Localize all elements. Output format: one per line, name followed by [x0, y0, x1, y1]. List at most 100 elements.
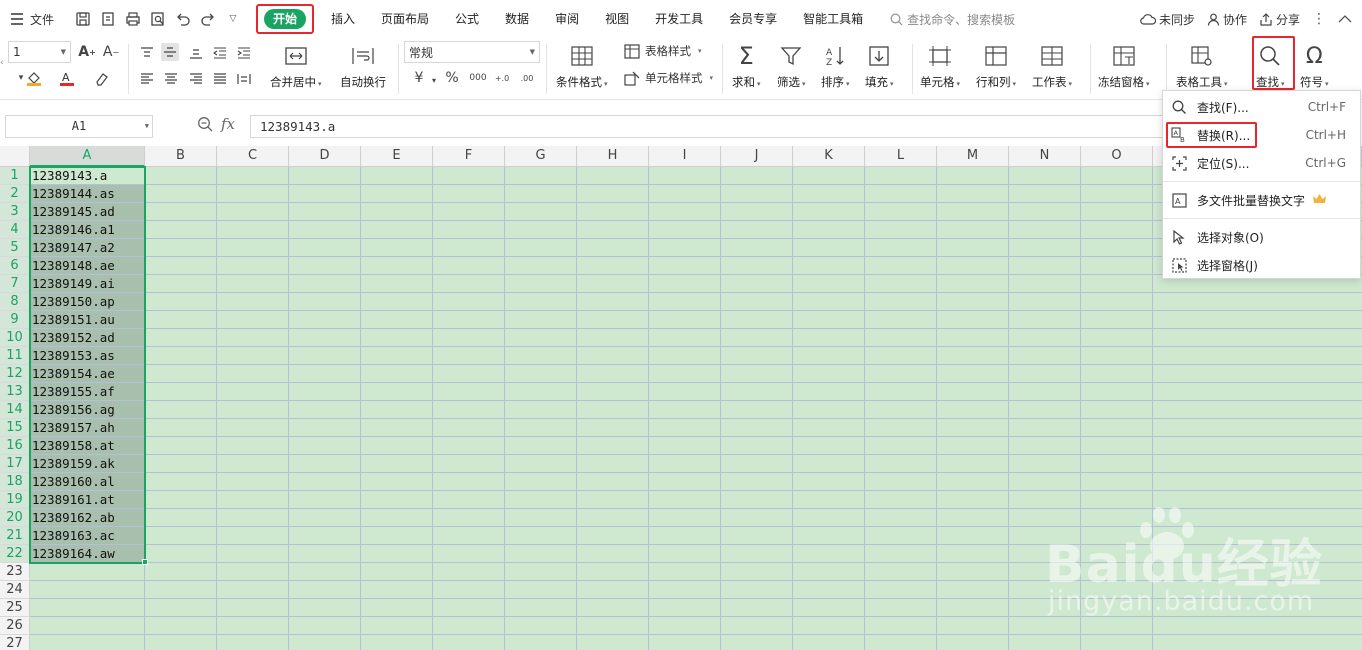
save-icon[interactable]: [74, 10, 92, 28]
column-header-k[interactable]: K: [793, 146, 865, 167]
chevron-down-icon[interactable]: ▾: [425, 71, 443, 89]
increase-decimal-icon[interactable]: +.0: [493, 69, 511, 87]
column-header-l[interactable]: L: [865, 146, 937, 167]
row-header[interactable]: 18: [0, 473, 30, 491]
column-header-n[interactable]: N: [1009, 146, 1081, 167]
row-header[interactable]: 25: [0, 599, 30, 617]
symbol-button[interactable]: Ω 符号 ▾: [1300, 42, 1329, 90]
row-header[interactable]: 26: [0, 617, 30, 635]
row-header[interactable]: 24: [0, 581, 30, 599]
menu-item-locate[interactable]: 定位(S)... Ctrl+G: [1163, 150, 1360, 176]
cell-style-button[interactable]: 单元格样式 ▾: [624, 70, 713, 86]
number-format-combo[interactable]: 常规 ▼: [404, 41, 540, 63]
menu-item-find[interactable]: 查找(F)... Ctrl+F: [1163, 94, 1360, 120]
table-tools-button[interactable]: 表格工具 ▾: [1176, 42, 1228, 90]
command-search[interactable]: 查找命令、搜索模板: [890, 11, 1015, 28]
column-header-d[interactable]: D: [289, 146, 361, 167]
tab-insert[interactable]: 插入: [318, 7, 368, 31]
thousands-separator-icon[interactable]: 000: [469, 69, 487, 87]
column-header-f[interactable]: F: [433, 146, 505, 167]
menu-item-batch-replace[interactable]: A 多文件批量替换文字: [1163, 187, 1360, 213]
row-header[interactable]: 20: [0, 509, 30, 527]
tab-developer[interactable]: 开发工具: [642, 7, 716, 31]
collab-button[interactable]: 协作: [1207, 11, 1247, 28]
column-header-g[interactable]: G: [505, 146, 577, 167]
row-header[interactable]: 7: [0, 275, 30, 293]
column-header-h[interactable]: H: [577, 146, 649, 167]
fill-button[interactable]: 填充 ▾: [865, 42, 894, 90]
decrease-decimal-icon[interactable]: .00: [518, 69, 536, 87]
align-middle-icon[interactable]: [161, 43, 179, 61]
menu-item-selection-pane[interactable]: 选择窗格(J): [1163, 252, 1360, 278]
column-header-a[interactable]: A: [30, 146, 145, 167]
align-right-icon[interactable]: [187, 70, 205, 88]
column-header-c[interactable]: C: [217, 146, 289, 167]
tab-view[interactable]: 视图: [592, 7, 642, 31]
row-header[interactable]: 17: [0, 455, 30, 473]
freeze-panes-button[interactable]: 冻结窗格 ▾: [1098, 42, 1150, 90]
redo-icon[interactable]: [199, 10, 217, 28]
tab-formula[interactable]: 公式: [442, 7, 492, 31]
row-header[interactable]: 21: [0, 527, 30, 545]
decrease-indent-icon[interactable]: [211, 44, 229, 62]
row-header[interactable]: 6: [0, 257, 30, 275]
collapse-ribbon-icon[interactable]: [1338, 12, 1352, 26]
justify-icon[interactable]: [211, 70, 229, 88]
menu-item-select-objects[interactable]: 选择对象(O): [1163, 224, 1360, 250]
tab-home[interactable]: 开始: [263, 9, 306, 29]
align-center-icon[interactable]: [162, 70, 180, 88]
fill-color-icon[interactable]: [25, 69, 43, 87]
row-header[interactable]: 23: [0, 563, 30, 581]
row-header[interactable]: 13: [0, 383, 30, 401]
undo-icon[interactable]: [174, 10, 192, 28]
file-menu[interactable]: 文件: [0, 11, 64, 28]
column-header-e[interactable]: E: [361, 146, 433, 167]
row-header[interactable]: 14: [0, 401, 30, 419]
row-header[interactable]: 3: [0, 203, 30, 221]
print-icon[interactable]: [124, 10, 142, 28]
tab-review[interactable]: 审阅: [542, 7, 592, 31]
column-header-b[interactable]: B: [145, 146, 217, 167]
row-header[interactable]: 10: [0, 329, 30, 347]
row-header[interactable]: 1: [0, 167, 30, 185]
worksheet-button[interactable]: 工作表 ▾: [1032, 42, 1072, 90]
row-header[interactable]: 22: [0, 545, 30, 563]
row-header[interactable]: 11: [0, 347, 30, 365]
increase-indent-icon[interactable]: [235, 44, 253, 62]
row-header[interactable]: 27: [0, 635, 30, 650]
font-size-combo[interactable]: 1 ▼: [8, 41, 71, 63]
distributed-align-icon[interactable]: [235, 70, 253, 88]
column-header-j[interactable]: J: [721, 146, 793, 167]
filter-button[interactable]: 筛选 ▾: [777, 42, 806, 90]
fill-handle[interactable]: [142, 559, 148, 565]
row-header[interactable]: 8: [0, 293, 30, 311]
row-header[interactable]: 16: [0, 437, 30, 455]
row-header[interactable]: 5: [0, 239, 30, 257]
column-header-m[interactable]: M: [937, 146, 1009, 167]
export-pdf-icon[interactable]: [99, 10, 117, 28]
align-left-icon[interactable]: [138, 70, 156, 88]
share-button[interactable]: 分享: [1259, 11, 1300, 28]
clear-format-icon[interactable]: [92, 69, 110, 87]
zoom-icon[interactable]: [197, 116, 213, 132]
percent-icon[interactable]: %: [443, 69, 461, 87]
row-header[interactable]: 4: [0, 221, 30, 239]
merge-center-button[interactable]: 合并居中 ▾: [270, 42, 322, 90]
table-style-button[interactable]: 表格样式 ▾: [624, 43, 702, 59]
decrease-font-icon[interactable]: A −: [102, 43, 120, 61]
tab-page-layout[interactable]: 页面布局: [368, 7, 442, 31]
conditional-format-button[interactable]: 条件格式 ▾: [556, 42, 608, 90]
cell-button[interactable]: 单元格 ▾: [920, 42, 960, 90]
row-header[interactable]: 12: [0, 365, 30, 383]
print-preview-icon[interactable]: [149, 10, 167, 28]
insert-function-icon[interactable]: fx: [221, 115, 235, 133]
row-header[interactable]: 19: [0, 491, 30, 509]
tab-smart-toolbox[interactable]: 智能工具箱: [790, 7, 876, 31]
column-header-i[interactable]: I: [649, 146, 721, 167]
font-color-icon[interactable]: A: [58, 69, 76, 87]
more-icon[interactable]: ⋮: [1312, 11, 1326, 27]
customize-quick-access-icon[interactable]: ▽: [224, 10, 242, 28]
ribbon-scroll-left-icon[interactable]: ‹: [0, 58, 4, 68]
row-header[interactable]: 2: [0, 185, 30, 203]
row-col-button[interactable]: 行和列 ▾: [976, 42, 1016, 90]
